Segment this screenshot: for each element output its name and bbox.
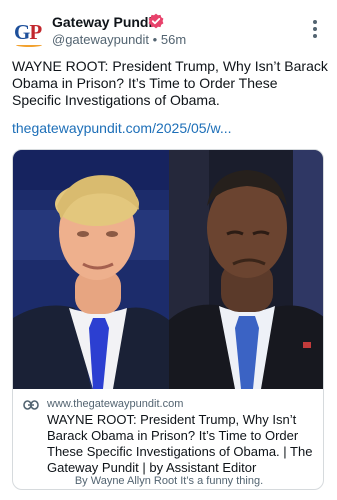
post-link[interactable]: thegatewaypundit.com/2025/05/w... bbox=[12, 120, 330, 136]
link-preview-card[interactable]: www.thegatewaypundit.com WAYNE ROOT: Pre… bbox=[12, 149, 324, 490]
card-footer: www.thegatewaypundit.com WAYNE ROOT: Pre… bbox=[13, 389, 323, 489]
card-title[interactable]: WAYNE ROOT: President Trump, Why Isn’t B… bbox=[47, 412, 319, 476]
post-text: WAYNE ROOT: President Trump, Why Isn’t B… bbox=[12, 58, 328, 108]
post-meta: @gatewaypundit • 56m bbox=[52, 32, 186, 47]
separator: • bbox=[152, 32, 158, 47]
timestamp[interactable]: 56m bbox=[161, 32, 186, 47]
card-image[interactable] bbox=[13, 150, 324, 389]
handle[interactable]: @gatewaypundit bbox=[52, 32, 149, 47]
card-description: By Wayne Allyn Root It’s a funny thing. bbox=[74, 475, 264, 487]
card-domain: www.thegatewaypundit.com bbox=[47, 398, 184, 410]
display-name[interactable]: Gateway Pundit bbox=[52, 14, 157, 30]
avatar-swoosh bbox=[16, 43, 42, 47]
more-vertical-icon[interactable] bbox=[306, 20, 324, 40]
social-post: GP Gateway Pundit @gatewaypundit • 56m W… bbox=[0, 0, 337, 500]
link-icon bbox=[23, 400, 39, 410]
verified-badge-icon bbox=[148, 13, 164, 29]
avatar-logo: GP bbox=[14, 20, 42, 44]
avatar[interactable]: GP bbox=[10, 14, 46, 50]
